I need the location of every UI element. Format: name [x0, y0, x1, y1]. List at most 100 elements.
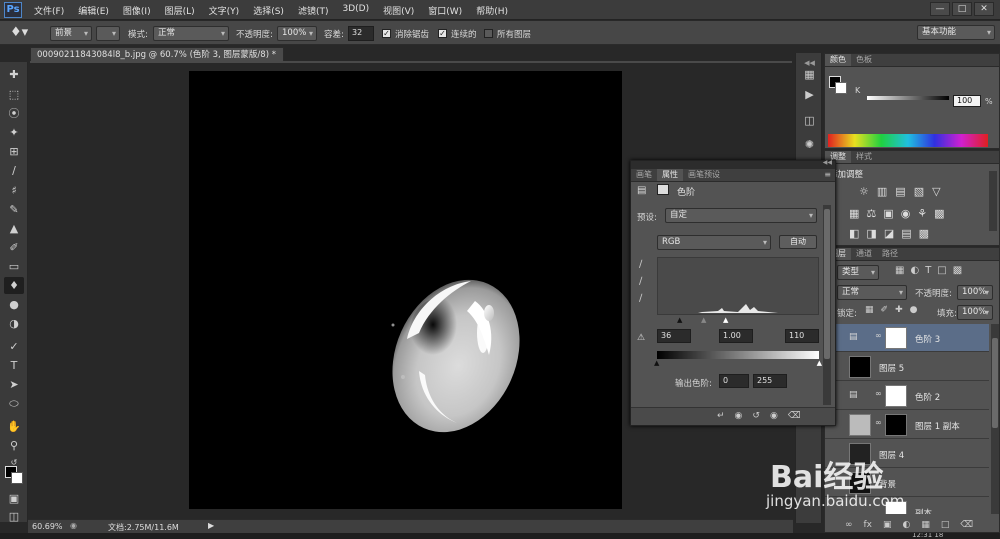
menu-file[interactable]: 文件(F) — [34, 4, 64, 17]
properties-title-bar[interactable]: ◀◀ — [631, 159, 835, 169]
panel-menu-icon[interactable]: ≡ — [824, 170, 831, 179]
tab-color[interactable]: 颜色 — [825, 54, 851, 66]
reset-icon[interactable]: ↺ — [752, 411, 760, 421]
lock-paint-icon[interactable]: ✐ — [881, 305, 889, 315]
output-white-handle[interactable]: ▲ — [817, 359, 822, 367]
shape-tool-icon[interactable]: ⬭ — [4, 395, 24, 412]
brush-panel-icon[interactable]: ✺ — [801, 137, 818, 153]
bw-icon[interactable]: ▣ — [883, 207, 893, 220]
actions-panel-icon[interactable]: ▶ — [801, 87, 818, 103]
move-tool-icon[interactable]: ✚ — [4, 66, 24, 83]
layer-thumbnail[interactable] — [849, 356, 871, 378]
output-slider-track[interactable]: ▲ ▲ — [654, 359, 822, 367]
menu-select[interactable]: 选择(S) — [253, 4, 284, 17]
color-spectrum[interactable] — [828, 134, 988, 147]
gradient-triangle-icon[interactable]: ▽ — [932, 185, 940, 198]
delete-layer-icon[interactable]: ⌫ — [960, 520, 973, 530]
tab-swatches[interactable]: 色板 — [851, 54, 877, 66]
output-black-field[interactable]: 0 — [719, 374, 749, 388]
threshold-icon[interactable]: ◪ — [884, 227, 894, 240]
tab-brush[interactable]: 画笔 — [631, 169, 657, 181]
status-arrow-icon[interactable]: ▶ — [208, 521, 214, 530]
properties-scrollbar[interactable] — [823, 205, 831, 405]
menu-edit[interactable]: 编辑(E) — [78, 4, 109, 17]
background-color-swatch[interactable] — [11, 472, 23, 484]
screen-mode-icon[interactable]: ◫ — [4, 508, 24, 525]
adjustments-scrollbar[interactable] — [989, 171, 997, 231]
panel-collapse-icon[interactable]: ◀◀ — [823, 159, 832, 166]
lock-transparent-icon[interactable]: ▦ — [865, 305, 874, 315]
blur-tool-icon[interactable]: ● — [4, 296, 24, 313]
pen-tool-icon[interactable]: ✓ — [4, 338, 24, 355]
input-gamma-field[interactable]: 1.00 — [719, 329, 753, 343]
invert-icon[interactable]: ◧ — [849, 227, 859, 240]
layer-mask-thumbnail[interactable] — [885, 327, 907, 349]
k-slider[interactable] — [867, 96, 949, 100]
menu-3d[interactable]: 3D(D) — [342, 4, 369, 17]
fill-source-select[interactable]: 前景 — [50, 26, 92, 41]
tab-styles[interactable]: 样式 — [851, 151, 877, 163]
paint-bucket-icon[interactable]: ♦▾ — [10, 25, 38, 41]
zoom-readout[interactable]: 60.69% — [32, 522, 63, 531]
layers-scrollbar[interactable] — [991, 324, 999, 514]
crop-tool-icon[interactable]: ⊞ — [4, 143, 24, 160]
layer-opacity-input[interactable]: 100% — [957, 285, 993, 300]
dodge-tool-icon[interactable]: ◑ — [4, 315, 24, 332]
layer-mask-thumbnail[interactable] — [885, 385, 907, 407]
clone-stamp-tool-icon[interactable]: ▲ — [4, 220, 24, 237]
history-brush-tool-icon[interactable]: ✐ — [4, 239, 24, 256]
mask-toggle-icon[interactable] — [657, 184, 669, 195]
path-selection-tool-icon[interactable]: ➤ — [4, 376, 24, 393]
opacity-input[interactable]: 100% — [277, 26, 317, 41]
history-panel-icon[interactable]: ▦ — [801, 67, 818, 83]
fill-input[interactable]: 100% — [957, 305, 993, 320]
gradient-map-icon[interactable]: ▤ — [901, 227, 911, 240]
exposure-icon[interactable]: ▧ — [914, 185, 924, 198]
visibility-eye-icon[interactable]: ◉ — [770, 411, 778, 421]
canvas-image[interactable] — [189, 71, 622, 509]
filter-type-icon[interactable]: T — [925, 265, 931, 276]
close-button[interactable]: ✕ — [974, 2, 994, 16]
clip-to-layer-icon[interactable]: ↵ — [717, 411, 725, 421]
curves-icon[interactable]: ▤ — [895, 185, 905, 198]
gray-point-eyedropper-icon[interactable]: ∕ — [639, 276, 642, 287]
vibrance-icon[interactable]: ▦ — [849, 207, 859, 220]
layer-thumbnail[interactable] — [849, 414, 871, 436]
marquee-tool-icon[interactable]: ⬚ — [4, 86, 24, 103]
eraser-tool-icon[interactable]: ▭ — [4, 258, 24, 275]
menu-window[interactable]: 窗口(W) — [428, 4, 462, 17]
white-point-eyedropper-icon[interactable]: ∕ — [639, 293, 642, 304]
brush-tool-icon[interactable]: ✎ — [4, 201, 24, 218]
filter-shape-icon[interactable]: □ — [937, 265, 946, 276]
layer-mask-thumbnail[interactable] — [885, 414, 907, 436]
menu-image[interactable]: 图像(I) — [123, 4, 151, 17]
gamma-handle[interactable]: ▲ — [701, 316, 706, 324]
black-point-handle[interactable]: ▲ — [677, 316, 682, 324]
blend-mode-select[interactable]: 正常 — [837, 285, 907, 300]
workspace-select[interactable]: 基本功能 — [917, 25, 995, 40]
minimize-button[interactable]: — — [930, 2, 950, 16]
menu-type[interactable]: 文字(Y) — [209, 4, 240, 17]
layer-row[interactable]: ▤ ∞ 色阶 3 — [825, 324, 989, 352]
tab-properties[interactable]: 属性 — [657, 169, 683, 181]
filter-adjust-icon[interactable]: ◐ — [910, 265, 919, 276]
chain-link-icon[interactable]: ∞ — [875, 389, 882, 398]
layer-filter-select[interactable]: 类型 — [837, 265, 879, 280]
document-tab[interactable]: 00090211843084l8_b.jpg @ 60.7% (色阶 3, 图层… — [30, 47, 284, 62]
layer-row[interactable]: ▤ ∞ 色阶 2 — [825, 382, 989, 410]
input-white-field[interactable]: 110 — [785, 329, 819, 343]
tolerance-input[interactable]: 32 — [348, 26, 374, 41]
chain-link-icon[interactable]: ∞ — [875, 331, 882, 340]
quick-select-tool-icon[interactable]: ✦ — [4, 124, 24, 141]
brightness-icon[interactable]: ☼ — [859, 185, 869, 198]
input-black-field[interactable]: 36 — [657, 329, 691, 343]
view-previous-icon[interactable]: ◉ — [735, 411, 743, 421]
type-tool-icon[interactable]: T — [4, 357, 24, 374]
layer-row[interactable]: 图层 5 — [825, 353, 989, 381]
tab-paths[interactable]: 路径 — [877, 248, 903, 260]
lock-move-icon[interactable]: ✚ — [895, 305, 903, 315]
clipping-warning-icon[interactable]: ⚠ — [637, 333, 645, 343]
tab-channels[interactable]: 通道 — [851, 248, 877, 260]
balance-icon[interactable]: ⚖ — [866, 207, 876, 220]
chain-link-icon[interactable]: ∞ — [875, 418, 882, 427]
